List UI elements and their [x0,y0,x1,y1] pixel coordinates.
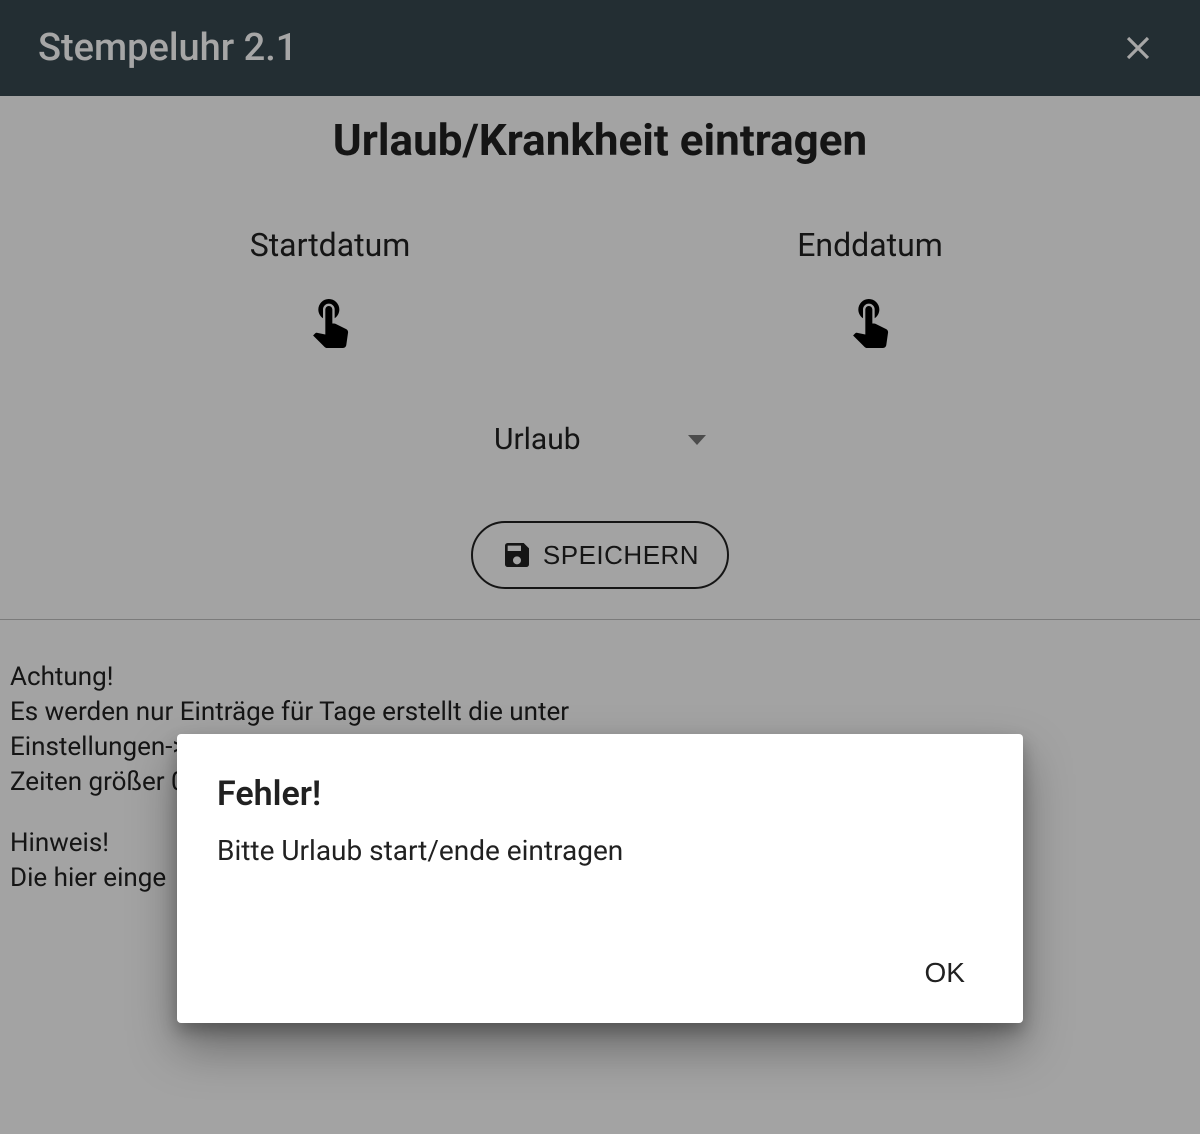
dialog-message: Bitte Urlaub start/ende eintragen [217,834,983,867]
error-dialog: Fehler! Bitte Urlaub start/ende eintrage… [177,734,1023,1023]
dialog-actions: OK [217,947,983,999]
dialog-ok-button[interactable]: OK [907,947,983,999]
dialog-title: Fehler! [217,774,983,814]
